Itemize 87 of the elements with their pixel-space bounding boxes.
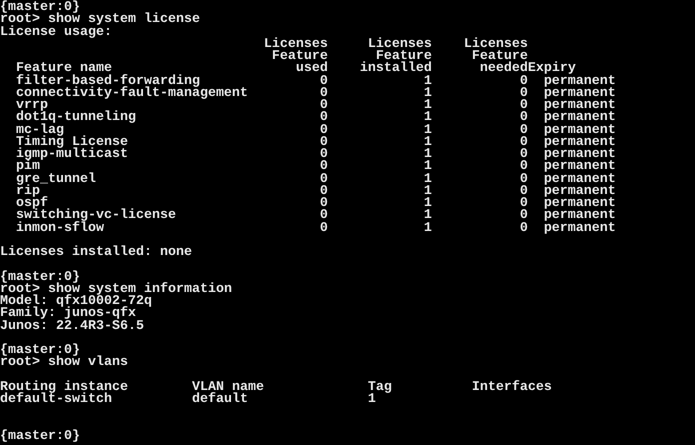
table-cell: rip <box>16 186 40 198</box>
table-cell: permanent <box>544 100 616 112</box>
table-cell: 1 <box>424 174 432 186</box>
table-cell: 0 <box>520 76 528 88</box>
column-heading: used <box>296 63 328 76</box>
table-cell: gre_tunnel <box>16 174 96 186</box>
column-heading: Tag <box>368 382 392 394</box>
table-cell: 1 <box>424 136 432 149</box>
terminal-line: {master:0} <box>0 272 80 284</box>
table-cell: 0 <box>320 76 328 88</box>
table-cell: 0 <box>320 88 328 100</box>
table-cell: permanent <box>544 174 616 186</box>
table-cell: 0 <box>320 161 328 174</box>
table-cell: 0 <box>520 210 528 222</box>
table-cell: 0 <box>320 149 328 162</box>
terminal-line: {master:0} <box>0 2 80 14</box>
table-cell: default <box>192 394 248 406</box>
table-cell: filter-based-forwarding <box>16 76 200 88</box>
column-heading: installed <box>360 63 432 76</box>
table-cell: 0 <box>520 149 528 162</box>
table-cell: 0 <box>320 222 328 235</box>
table-cell: 0 <box>320 174 328 186</box>
table-cell: permanent <box>544 198 616 210</box>
terminal-line: {master:0} <box>0 430 80 443</box>
table-cell: 0 <box>320 210 328 222</box>
table-cell: 0 <box>520 198 528 210</box>
table-cell: 0 <box>320 100 328 112</box>
column-heading: Expiry <box>528 63 576 76</box>
table-cell: 1 <box>424 112 432 124</box>
table-cell: 0 <box>520 161 528 174</box>
table-cell: pim <box>16 161 40 174</box>
table-cell: permanent <box>544 88 616 100</box>
table-cell: switching-vc-license <box>16 210 176 222</box>
table-cell: 0 <box>320 112 328 124</box>
table-cell: permanent <box>544 222 616 235</box>
table-cell: 1 <box>424 76 432 88</box>
table-cell: 1 <box>424 88 432 100</box>
table-cell: mc-lag <box>16 124 64 137</box>
table-cell: permanent <box>544 124 616 137</box>
column-heading: Licenses <box>264 38 328 51</box>
terminal-line: Licenses installed: none <box>0 247 192 260</box>
table-cell: permanent <box>544 149 616 162</box>
table-cell: 0 <box>520 124 528 137</box>
table-cell: permanent <box>544 112 616 124</box>
table-cell: 0 <box>520 136 528 149</box>
table-cell: 0 <box>320 186 328 198</box>
table-cell: 0 <box>520 186 528 198</box>
table-cell: 1 <box>424 149 432 162</box>
table-cell: 0 <box>520 222 528 235</box>
table-cell: permanent <box>544 136 616 149</box>
table-cell: permanent <box>544 161 616 174</box>
table-cell: permanent <box>544 210 616 222</box>
table-cell: 1 <box>368 394 376 406</box>
table-cell: connectivity-fault-management <box>16 88 248 100</box>
column-heading: Feature name <box>16 63 112 76</box>
table-cell: 0 <box>520 174 528 186</box>
terminal-line: Family: junos-qfx <box>0 308 136 320</box>
table-cell: 1 <box>424 198 432 210</box>
table-cell: 0 <box>520 112 528 124</box>
table-cell: permanent <box>544 186 616 198</box>
table-cell: ospf <box>16 198 48 210</box>
table-cell: 1 <box>424 210 432 222</box>
column-heading: Licenses <box>464 38 528 51</box>
table-cell: vrrp <box>16 100 48 112</box>
table-cell: 0 <box>320 198 328 210</box>
table-cell: 0 <box>520 88 528 100</box>
terminal-line: root> show system license <box>0 14 200 26</box>
terminal-line: License usage: <box>0 26 112 39</box>
table-cell: 0 <box>320 124 328 137</box>
table-cell: permanent <box>544 76 616 88</box>
table-cell: 0 <box>320 136 328 149</box>
table-cell: inmon-sflow <box>16 222 104 235</box>
column-heading: needed <box>480 63 528 76</box>
column-heading: Licenses <box>368 38 432 51</box>
table-cell: 1 <box>424 100 432 112</box>
table-cell: 1 <box>424 124 432 137</box>
table-cell: default-switch <box>0 394 112 406</box>
column-heading: Interfaces <box>472 382 552 394</box>
table-cell: 1 <box>424 186 432 198</box>
table-cell: dot1q-tunneling <box>16 112 136 124</box>
table-cell: 1 <box>424 161 432 174</box>
table-cell: igmp-multicast <box>16 149 128 162</box>
terminal-line: {master:0} <box>0 345 80 358</box>
terminal-line: root> show vlans <box>0 357 128 370</box>
table-cell: 1 <box>424 222 432 235</box>
terminal-line: Junos: 22.4R3-S6.5 <box>0 320 144 333</box>
table-cell: 0 <box>520 100 528 112</box>
